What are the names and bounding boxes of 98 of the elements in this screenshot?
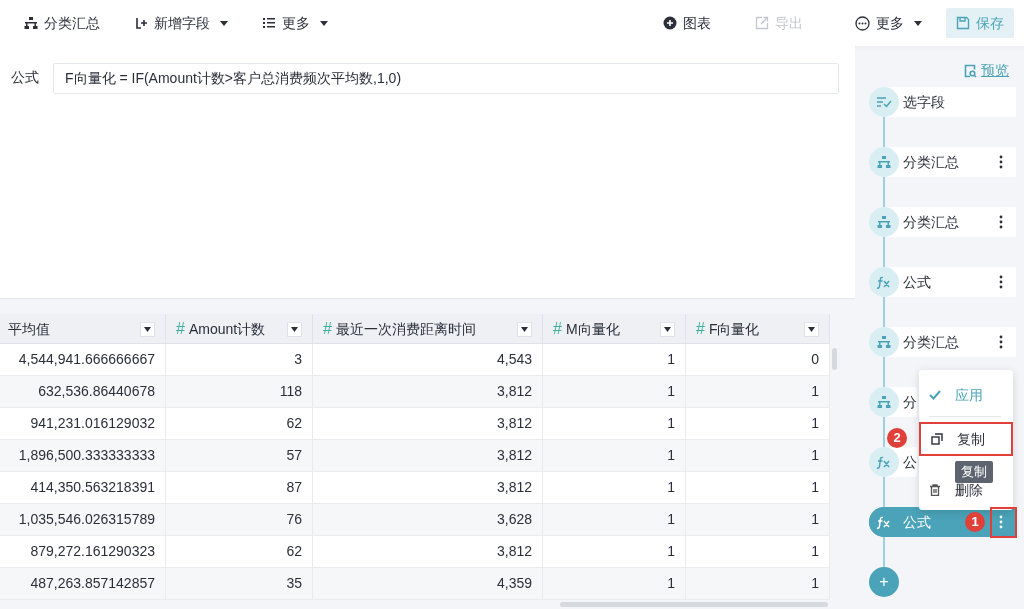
export-icon — [755, 16, 769, 30]
table-cell: 4,543 — [313, 344, 543, 375]
table-cell: 62 — [166, 408, 313, 439]
toolbar-button[interactable]: 更多 — [845, 8, 932, 38]
step-number-badge: 2 — [887, 428, 907, 448]
trash-icon — [929, 484, 941, 496]
table-cell: 1 — [543, 376, 686, 407]
step-item[interactable]: 公式 — [869, 267, 1016, 297]
table-cell: 3 — [166, 344, 313, 375]
number-type-mark: # — [176, 319, 185, 339]
hierarchy-icon — [877, 395, 891, 409]
function-icon — [876, 455, 892, 469]
table-cell: 1 — [686, 440, 830, 471]
table-cell: 1 — [686, 536, 830, 567]
list-icon — [262, 16, 276, 30]
preview-icon — [964, 63, 977, 78]
copy-icon — [931, 433, 943, 445]
column-menu-button[interactable] — [660, 321, 675, 337]
step-item[interactable]: 公 — [869, 447, 917, 477]
caret-icon — [144, 326, 151, 332]
table-cell: 487,263.857142857 — [0, 568, 166, 599]
hierarchy-icon — [877, 155, 891, 169]
formula-field[interactable]: F向量化 = IF(Amount计数>客户总消费频次平均数,1,0) — [53, 63, 839, 94]
column-menu-button[interactable] — [140, 321, 155, 337]
table-cell: 35 — [166, 568, 313, 599]
number-type-mark: # — [323, 319, 332, 339]
table-cell: 1 — [686, 568, 830, 599]
toolbar-button[interactable]: 新增字段 — [132, 7, 230, 39]
table-cell: 3,812 — [313, 536, 543, 567]
column-menu-button[interactable] — [517, 321, 532, 337]
table-cell: 0 — [686, 344, 830, 375]
menu-item[interactable]: 复制 — [919, 422, 1013, 456]
table-cell: 1 — [543, 344, 686, 375]
table-cell: 1 — [543, 472, 686, 503]
table-cell: 1 — [543, 536, 686, 567]
table-cell: 62 — [166, 536, 313, 567]
table-cell: 3,812 — [313, 408, 543, 439]
more-vertical-icon — [999, 515, 1003, 529]
hierarchy-icon — [877, 335, 891, 349]
scrollbar-thumb[interactable] — [832, 348, 837, 370]
step-item[interactable]: 分类汇总 — [869, 327, 1016, 357]
table-cell: 1,896,500.333333333 — [0, 440, 166, 471]
table-cell: 632,536.86440678 — [0, 376, 166, 407]
tooltip: 复制 — [955, 461, 993, 483]
table-cell: 414,350.563218391 — [0, 472, 166, 503]
toolbar-button[interactable]: 分类汇总 — [22, 7, 102, 39]
table-cell: 87 — [166, 472, 313, 503]
table-cell: 1 — [543, 440, 686, 471]
table-cell: 4,359 — [313, 568, 543, 599]
table-cell: 1 — [686, 504, 830, 535]
step-item[interactable]: 分类汇总 — [869, 147, 1016, 177]
hierarchy-icon — [877, 215, 891, 229]
caret-icon — [808, 326, 815, 332]
toolbar-button[interactable]: 图表 — [653, 8, 721, 38]
highlight-frame — [990, 507, 1017, 538]
more-vertical-icon — [999, 155, 1003, 169]
table-cell: 57 — [166, 440, 313, 471]
function-icon — [876, 515, 892, 529]
table-cell: 1 — [686, 472, 830, 503]
column-menu-button[interactable] — [804, 321, 819, 337]
step-item[interactable]: 分类汇总 — [869, 207, 1016, 237]
toolbar-button[interactable]: 更多 — [260, 7, 330, 39]
formula-label: 公式 — [11, 68, 39, 87]
scrollbar-thumb[interactable] — [560, 602, 828, 607]
table-cell: 3,628 — [313, 504, 543, 535]
table-cell: 76 — [166, 504, 313, 535]
more-icon — [855, 15, 870, 31]
column-menu-button[interactable] — [287, 321, 302, 337]
table-cell: 1 — [686, 376, 830, 407]
checklist-icon — [876, 96, 892, 108]
plus-circle-icon — [663, 16, 677, 30]
more-vertical-icon — [999, 215, 1003, 229]
more-vertical-icon — [999, 335, 1003, 349]
number-type-mark: # — [553, 319, 562, 339]
step-item[interactable]: 分 — [869, 387, 917, 417]
caret-icon — [664, 326, 671, 332]
number-type-mark: # — [696, 319, 705, 339]
table-cell: 1,035,546.026315789 — [0, 504, 166, 535]
check-icon — [929, 390, 941, 400]
table-cell: 879,272.161290323 — [0, 536, 166, 567]
hierarchy-icon — [24, 16, 38, 30]
caret-icon — [521, 326, 528, 332]
table-cell: 1 — [543, 504, 686, 535]
save-icon — [956, 16, 970, 30]
table-cell: 1 — [543, 408, 686, 439]
table-cell: 118 — [166, 376, 313, 407]
table-cell: 3,812 — [313, 376, 543, 407]
more-vertical-icon — [999, 275, 1003, 289]
table-cell: 941,231.016129032 — [0, 408, 166, 439]
step-item[interactable]: 选字段 — [869, 87, 1016, 117]
table-cell: 1 — [686, 408, 830, 439]
function-icon — [876, 275, 892, 289]
table-cell: 3,812 — [313, 472, 543, 503]
table-cell: 3,812 — [313, 440, 543, 471]
table-cell: 1 — [543, 568, 686, 599]
table-cell: 4,544,941.666666667 — [0, 344, 166, 375]
add-field-icon — [134, 16, 148, 30]
caret-icon — [291, 326, 298, 332]
